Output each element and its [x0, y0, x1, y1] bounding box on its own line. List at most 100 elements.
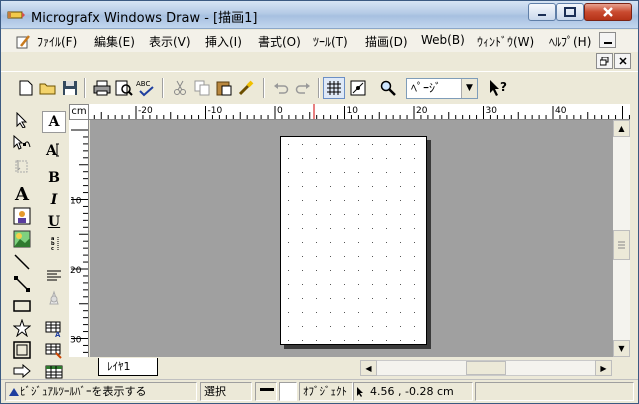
cut-button[interactable] — [169, 77, 191, 99]
grid-dot — [414, 200, 415, 201]
spellcheck-button[interactable]: ABC — [135, 77, 157, 99]
close-button[interactable] — [584, 3, 632, 21]
ruler-label: 30 — [70, 336, 82, 346]
scroll-up-button[interactable]: ▲ — [613, 120, 630, 137]
undo-button[interactable] — [270, 77, 292, 99]
grid-dot — [372, 298, 373, 299]
close-icon — [618, 57, 627, 65]
table-format-icon — [45, 343, 62, 359]
connector-tool[interactable] — [10, 273, 34, 295]
zoom-button[interactable] — [377, 77, 399, 99]
grid-dot — [288, 270, 289, 271]
grid-dot — [386, 340, 387, 341]
align-button[interactable] — [42, 265, 66, 287]
table-format-tool[interactable] — [42, 340, 66, 362]
drawing-page[interactable] — [280, 136, 427, 345]
italic-label: I — [50, 192, 58, 208]
mdi-minimize-button[interactable] — [599, 32, 616, 48]
node-edit-tool[interactable] — [10, 132, 34, 154]
chevron-down-icon[interactable]: ▼ — [461, 79, 477, 98]
minimize-button[interactable] — [528, 3, 556, 21]
drawing-canvas[interactable] — [90, 120, 613, 357]
frame-tool[interactable] — [10, 339, 34, 361]
menu-edit[interactable]: 編集(E) — [94, 33, 135, 50]
menu-tools[interactable]: ﾂｰﾙ(T) — [313, 33, 348, 50]
paste-button[interactable] — [213, 77, 235, 99]
grid-dot — [400, 312, 401, 313]
grid-dot — [344, 270, 345, 271]
menu-insert[interactable]: 挿入(I) — [205, 33, 242, 50]
copy-icon — [194, 80, 210, 96]
mdi-restore-button[interactable] — [596, 53, 613, 69]
vertical-text-button[interactable]: abc — [42, 233, 66, 255]
horizontal-scroll-thumb[interactable] — [466, 361, 506, 375]
rotate-tool[interactable] — [10, 155, 34, 177]
format-painter-button[interactable] — [235, 77, 257, 99]
horizontal-scrollbar[interactable]: ◀ ▶ — [360, 360, 612, 376]
grid-dot — [400, 172, 401, 173]
grid-toggle-button[interactable] — [323, 77, 345, 99]
italic-button[interactable]: I — [42, 189, 66, 211]
grid-dot — [372, 256, 373, 257]
grid-dot — [288, 298, 289, 299]
redo-button[interactable] — [292, 77, 314, 99]
line-icon — [14, 254, 30, 270]
visual-toolbar-toggle[interactable]: ﾋﾞｼﾞｭｱﾙﾂｰﾙﾊﾞｰを表示する — [5, 382, 197, 401]
context-help-button[interactable]: ? — [487, 77, 509, 99]
pencil-app-icon — [7, 11, 25, 19]
grid-dot — [344, 158, 345, 159]
snap-button[interactable] — [347, 77, 369, 99]
symbol-tool[interactable] — [10, 205, 34, 227]
text-style-button[interactable]: A — [42, 111, 66, 133]
text-shape-button[interactable] — [42, 287, 66, 309]
rectangle-tool[interactable] — [10, 295, 34, 317]
fill-color-indicator[interactable] — [279, 382, 297, 401]
select-tool[interactable] — [10, 109, 34, 131]
open-button[interactable] — [37, 77, 59, 99]
grid-dot — [330, 228, 331, 229]
grid-dot — [302, 340, 303, 341]
line-tool[interactable] — [10, 251, 34, 273]
grid-dot — [358, 228, 359, 229]
menu-file[interactable]: ﾌｧｲﾙ(F) — [37, 33, 77, 50]
star-tool[interactable] — [10, 317, 34, 339]
grid-dot — [288, 200, 289, 201]
save-button[interactable] — [59, 77, 81, 99]
mdi-close-button[interactable] — [614, 53, 631, 69]
vertical-scrollbar[interactable]: ▲ ▼ — [613, 120, 630, 357]
menu-help[interactable]: ﾍﾙﾌﾟ(H) — [549, 33, 591, 50]
scroll-down-button[interactable]: ▼ — [613, 340, 630, 357]
maximize-button[interactable] — [556, 3, 584, 21]
toolbar-separator — [318, 78, 320, 98]
scroll-right-button[interactable]: ▶ — [595, 360, 612, 376]
layer-tab[interactable]: ﾚｲﾔ1 — [98, 358, 158, 376]
print-preview-icon — [115, 80, 133, 96]
grid-dot — [372, 242, 373, 243]
bold-button[interactable]: B — [42, 167, 66, 189]
vertical-scroll-thumb[interactable] — [613, 230, 630, 260]
line-style-indicator[interactable] — [255, 382, 277, 401]
menu-window[interactable]: ｳｨﾝﾄﾞｳ(W) — [477, 33, 534, 50]
table-tool[interactable]: A — [42, 318, 66, 340]
image-tool[interactable] — [10, 228, 34, 250]
ruler-label: -20 — [138, 106, 153, 116]
menu-web[interactable]: Web(B) — [421, 33, 465, 47]
scroll-left-button[interactable]: ◀ — [360, 360, 377, 376]
status-mode: 選択 — [200, 382, 252, 401]
menu-view[interactable]: 表示(V) — [149, 33, 191, 50]
text-frame-icon: A — [45, 143, 59, 158]
grid-dot — [316, 228, 317, 229]
underline-button[interactable]: U — [42, 211, 66, 233]
print-preview-button[interactable] — [113, 77, 135, 99]
copy-button[interactable] — [191, 77, 213, 99]
grid-dot — [288, 242, 289, 243]
text-tool[interactable]: A — [10, 183, 34, 205]
menu-format[interactable]: 書式(O) — [258, 33, 301, 50]
print-button[interactable] — [91, 77, 113, 99]
ruler-label: 0 — [277, 106, 283, 116]
menu-draw[interactable]: 描画(D) — [365, 33, 408, 50]
text-frame-tool[interactable]: A — [42, 139, 66, 161]
grid-dot — [358, 144, 359, 145]
new-button[interactable] — [15, 77, 37, 99]
page-view-select[interactable]: ﾍﾟｰｼﾞ ▼ — [406, 78, 478, 99]
